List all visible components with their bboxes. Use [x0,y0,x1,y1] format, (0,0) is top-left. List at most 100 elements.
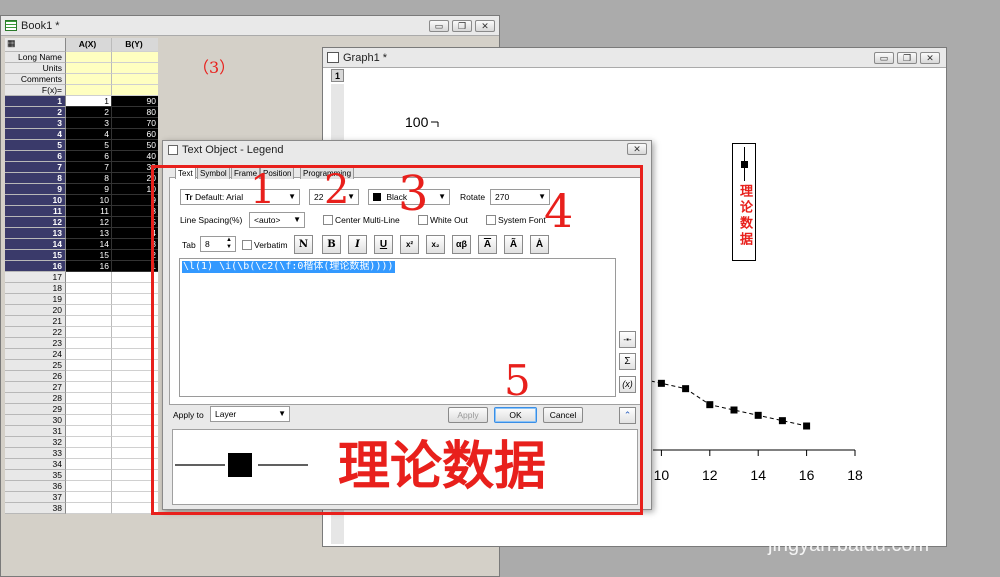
table-row[interactable]: 23 [5,338,158,349]
row-number[interactable]: 36 [5,481,66,492]
table-row[interactable]: 15 15 2 [5,250,158,261]
table-cell-a[interactable] [66,338,112,349]
data-point[interactable] [657,379,665,387]
row-number[interactable]: 26 [5,371,66,382]
row-number[interactable]: 30 [5,415,66,426]
table-row[interactable]: 36 [5,481,158,492]
table-cell[interactable] [112,85,158,96]
label-row[interactable]: Units [5,63,158,74]
row-number[interactable]: 1 [5,96,66,107]
table-cell-a[interactable] [66,327,112,338]
table-cell-a[interactable] [66,459,112,470]
row-number[interactable]: 2 [5,107,66,118]
restore-button[interactable]: ❐ [452,20,472,32]
row-number[interactable]: 28 [5,393,66,404]
table-row[interactable]: 27 [5,382,158,393]
table-cell-a[interactable] [66,448,112,459]
table-row[interactable]: 32 [5,437,158,448]
table-row[interactable]: 8 8 20 [5,173,158,184]
label-row[interactable]: Long Name [5,52,158,63]
row-number[interactable]: 13 [5,228,66,239]
table-cell-a[interactable]: 16 [66,261,112,272]
table-cell-b[interactable]: 80 [112,107,158,118]
table-row[interactable]: 16 16 1 [5,261,158,272]
table-row[interactable]: 22 [5,327,158,338]
row-number[interactable]: 14 [5,239,66,250]
table-cell-a[interactable]: 14 [66,239,112,250]
table-row[interactable]: 2 2 80 [5,107,158,118]
dialog-titlebar[interactable]: Text Object - Legend ✕ [163,141,651,159]
table-row[interactable]: 37 [5,492,158,503]
table-cell-a[interactable] [66,371,112,382]
table-cell[interactable] [112,63,158,74]
row-number[interactable]: 9 [5,184,66,195]
data-point[interactable] [803,422,811,430]
column-header-a[interactable]: A(X) [66,38,112,52]
row-number[interactable]: 17 [5,272,66,283]
table-cell-a[interactable] [66,316,112,327]
row-number[interactable]: 6 [5,151,66,162]
row-number[interactable]: 5 [5,140,66,151]
row-number[interactable]: 16 [5,261,66,272]
row-number[interactable]: 12 [5,217,66,228]
row-number[interactable]: 25 [5,360,66,371]
table-cell-a[interactable]: 5 [66,140,112,151]
label-row[interactable]: Comments [5,74,158,85]
data-point[interactable] [754,411,762,419]
table-cell-a[interactable] [66,272,112,283]
row-number[interactable]: 33 [5,448,66,459]
label-row[interactable]: F(x)= [5,85,158,96]
table-cell-a[interactable] [66,481,112,492]
table-cell-a[interactable] [66,503,112,514]
table-row[interactable]: 26 [5,371,158,382]
table-cell[interactable] [66,85,112,96]
row-number[interactable]: 22 [5,327,66,338]
table-cell-b[interactable]: 60 [112,129,158,140]
table-cell-a[interactable]: 12 [66,217,112,228]
table-row[interactable]: 11 11 8 [5,206,158,217]
row-number[interactable]: 29 [5,404,66,415]
row-number[interactable]: 11 [5,206,66,217]
table-cell-a[interactable] [66,283,112,294]
table-cell-b[interactable]: 90 [112,96,158,107]
table-row[interactable]: 10 10 9 [5,195,158,206]
table-cell[interactable] [66,74,112,85]
row-number[interactable]: 31 [5,426,66,437]
table-cell-a[interactable] [66,349,112,360]
table-cell-a[interactable] [66,470,112,481]
table-row[interactable]: 6 6 40 [5,151,158,162]
table-row[interactable]: 9 9 10 [5,184,158,195]
dialog-close-button[interactable]: ✕ [627,143,647,155]
row-number[interactable]: 35 [5,470,66,481]
table-row[interactable]: 33 [5,448,158,459]
table-row[interactable]: 14 14 3 [5,239,158,250]
table-row[interactable]: 17 [5,272,158,283]
row-number[interactable]: 32 [5,437,66,448]
row-number[interactable]: 34 [5,459,66,470]
row-number[interactable]: 10 [5,195,66,206]
table-row[interactable]: 30 [5,415,158,426]
table-cell-b[interactable]: 40 [112,151,158,162]
table-cell-a[interactable]: 8 [66,173,112,184]
table-row[interactable]: 19 [5,294,158,305]
row-number[interactable]: 7 [5,162,66,173]
row-number[interactable]: 15 [5,250,66,261]
table-cell-a[interactable]: 11 [66,206,112,217]
table-row[interactable]: 24 [5,349,158,360]
table-cell-a[interactable] [66,426,112,437]
row-number[interactable]: 3 [5,118,66,129]
table-cell-a[interactable] [66,305,112,316]
table-row[interactable]: 25 [5,360,158,371]
data-point[interactable] [730,406,738,414]
row-number[interactable]: 4 [5,129,66,140]
table-row[interactable]: 38 [5,503,158,514]
table-cell[interactable] [66,52,112,63]
row-number[interactable]: 19 [5,294,66,305]
table-cell[interactable] [112,52,158,63]
table-cell[interactable] [66,63,112,74]
close-button[interactable]: ✕ [475,20,495,32]
table-cell-a[interactable]: 2 [66,107,112,118]
table-row[interactable]: 1 1 90 [5,96,158,107]
minimize-button[interactable]: ▭ [429,20,449,32]
table-cell-a[interactable]: 13 [66,228,112,239]
